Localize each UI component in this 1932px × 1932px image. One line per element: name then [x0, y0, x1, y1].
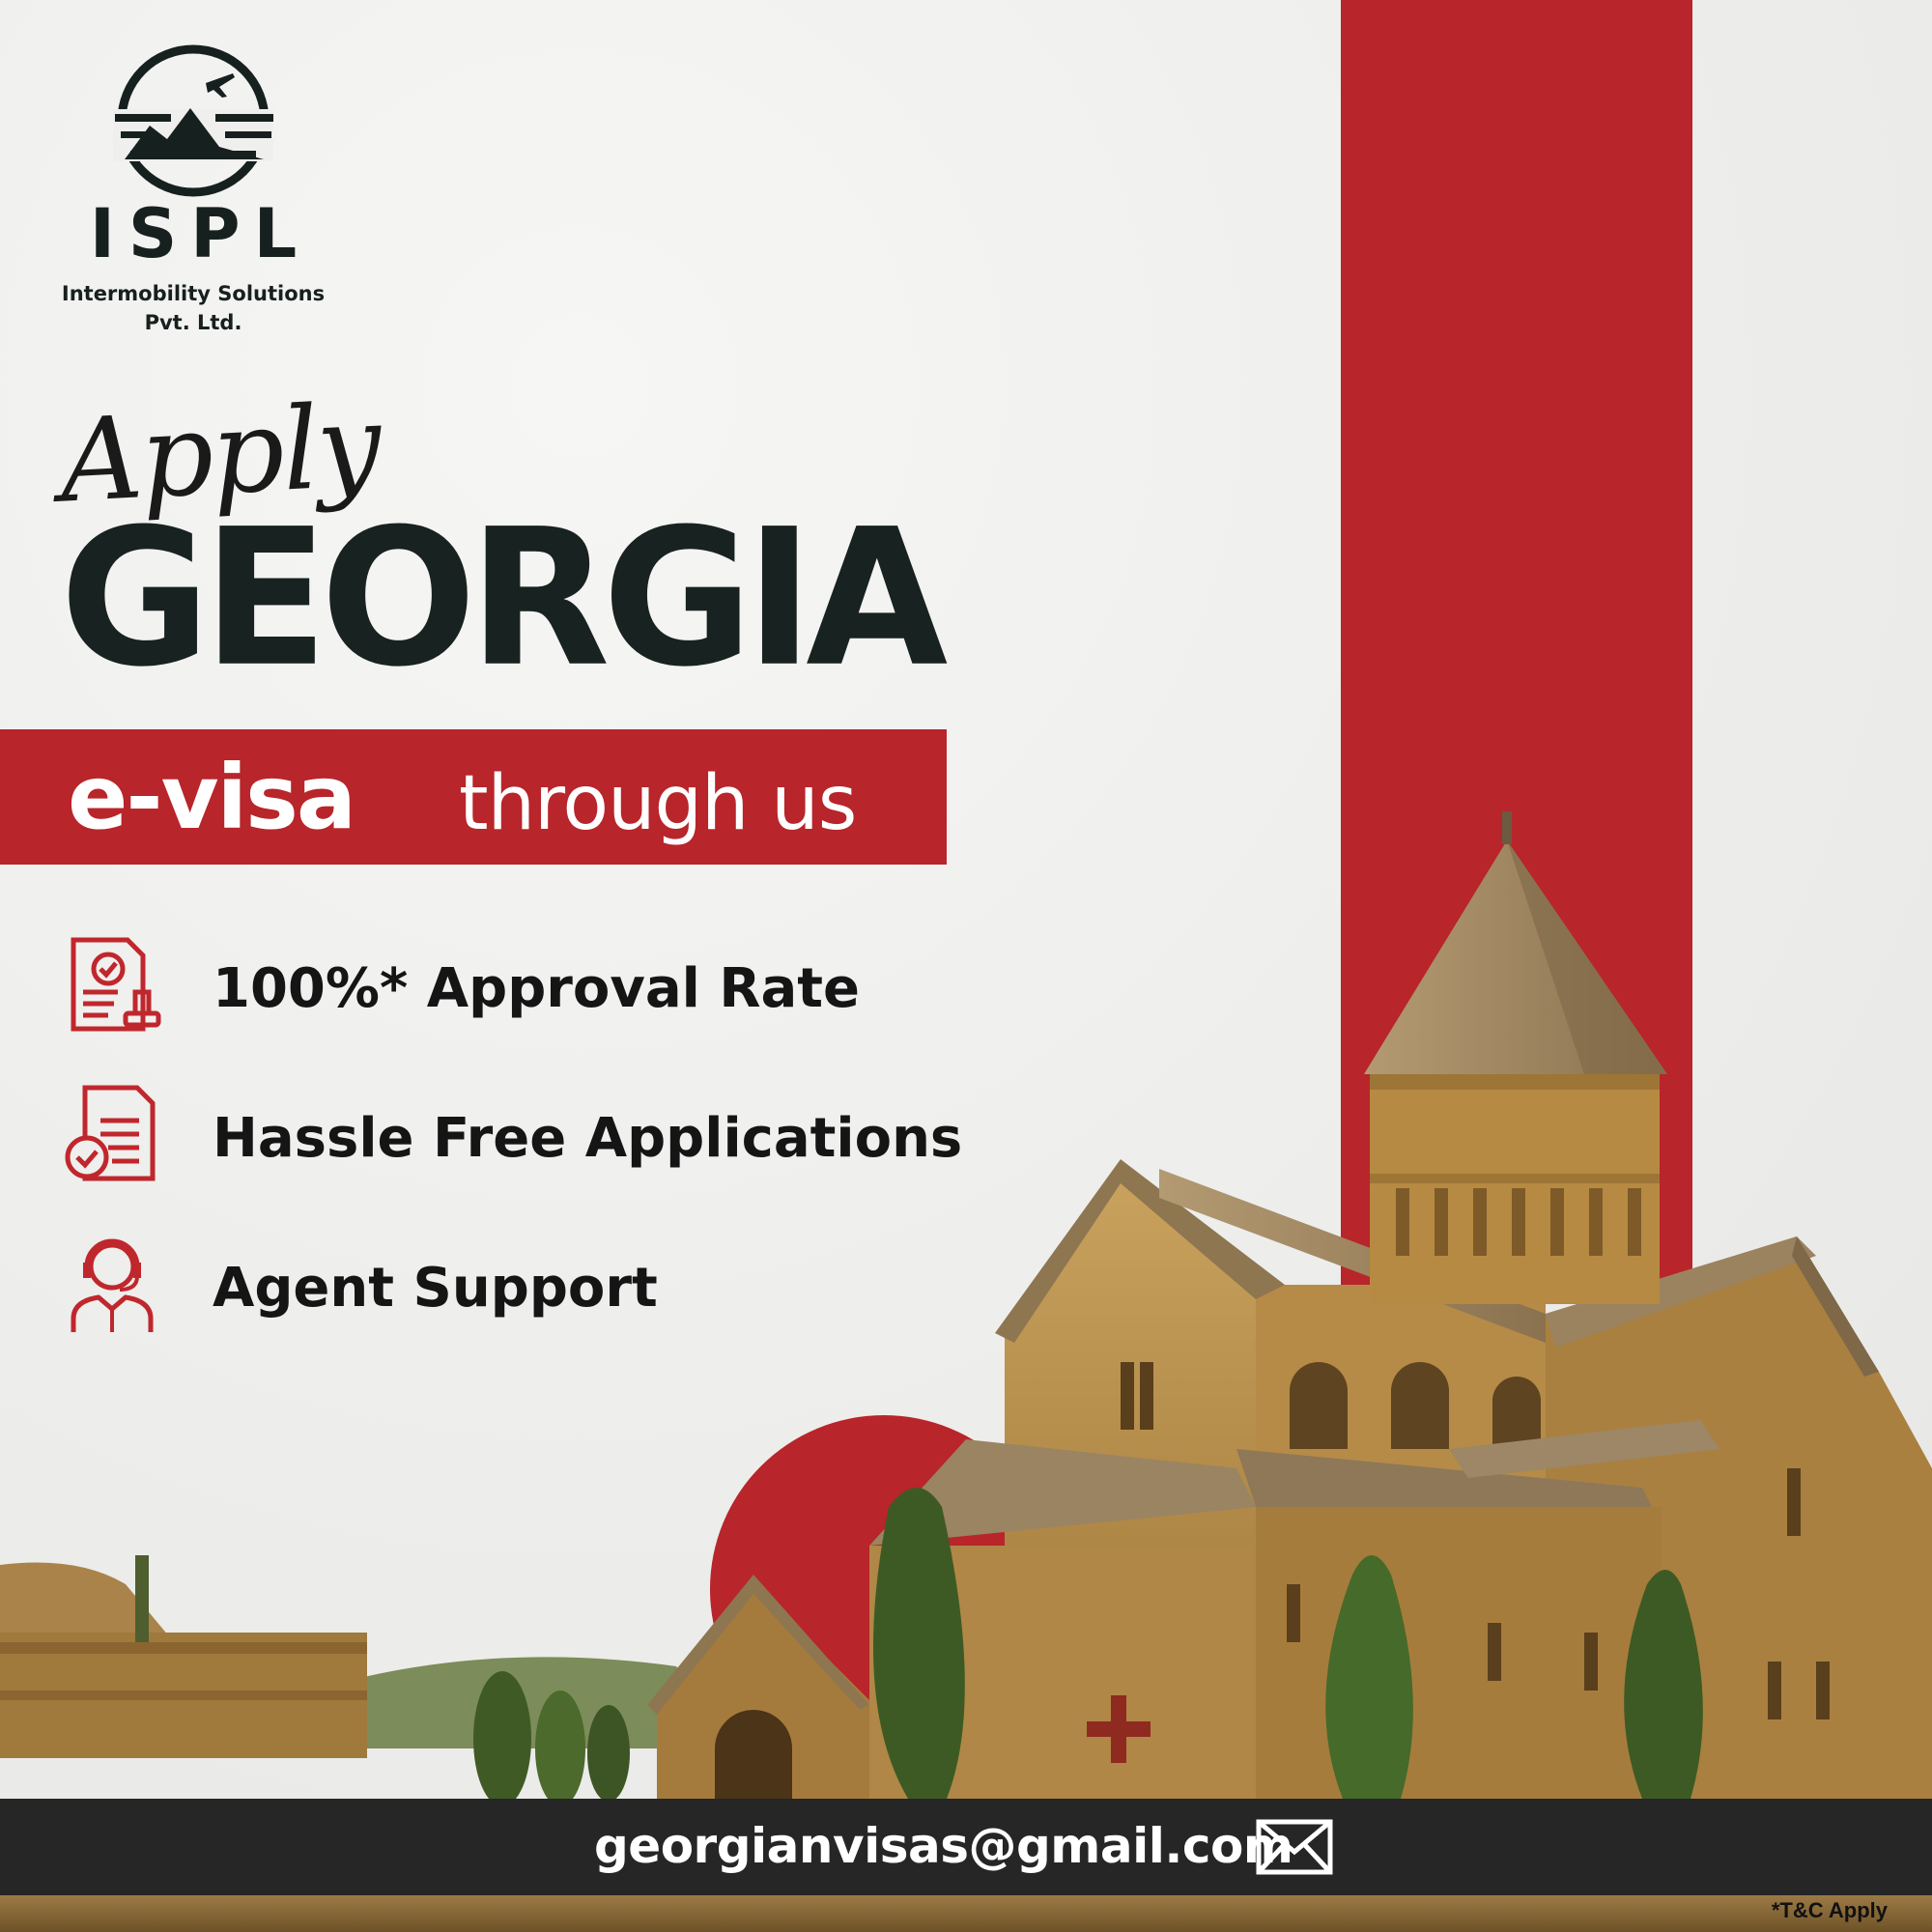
envelope-icon[interactable] [1256, 1819, 1333, 1875]
feature-agent-support: Agent Support [60, 1232, 987, 1338]
brand-logo: ISPL Intermobility Solutions Pvt. Ltd. [58, 39, 328, 338]
approved-document-stamp-icon [71, 937, 161, 1032]
footer-contact-bar: georgianvisas@gmail.com [0, 1799, 1932, 1895]
feature-label: Hassle Free Applications [213, 1107, 963, 1170]
contact-email-link[interactable]: georgianvisas@gmail.com [594, 1818, 1293, 1874]
evisa-banner: e-visa through us [0, 729, 947, 865]
document-check-icon [65, 1085, 156, 1181]
feature-approval-rate: 100%* Approval Rate [60, 932, 987, 1038]
feature-hassle-free: Hassle Free Applications [60, 1082, 987, 1188]
evisa-text: e-visa [68, 746, 356, 849]
country-headline: GEORGIA [60, 488, 948, 709]
globe-airplane-logo-icon [113, 44, 273, 197]
brand-name: ISPL [89, 194, 311, 273]
feature-label: Agent Support [213, 1257, 658, 1320]
feature-label: 100%* Approval Rate [213, 957, 861, 1020]
brand-subtitle: Intermobility Solutions Pvt. Ltd. [58, 279, 328, 338]
through-us-text: through us [459, 760, 857, 847]
brand-subtitle-line1: Intermobility Solutions [61, 282, 326, 305]
brand-subtitle-line2: Pvt. Ltd. [144, 311, 242, 335]
terms-disclaimer: *T&C Apply [1771, 1898, 1888, 1922]
agent-headset-icon [71, 1238, 154, 1332]
georgia-evisa-poster: ISPL Intermobility Solutions Pvt. Ltd. A… [0, 0, 1932, 1932]
